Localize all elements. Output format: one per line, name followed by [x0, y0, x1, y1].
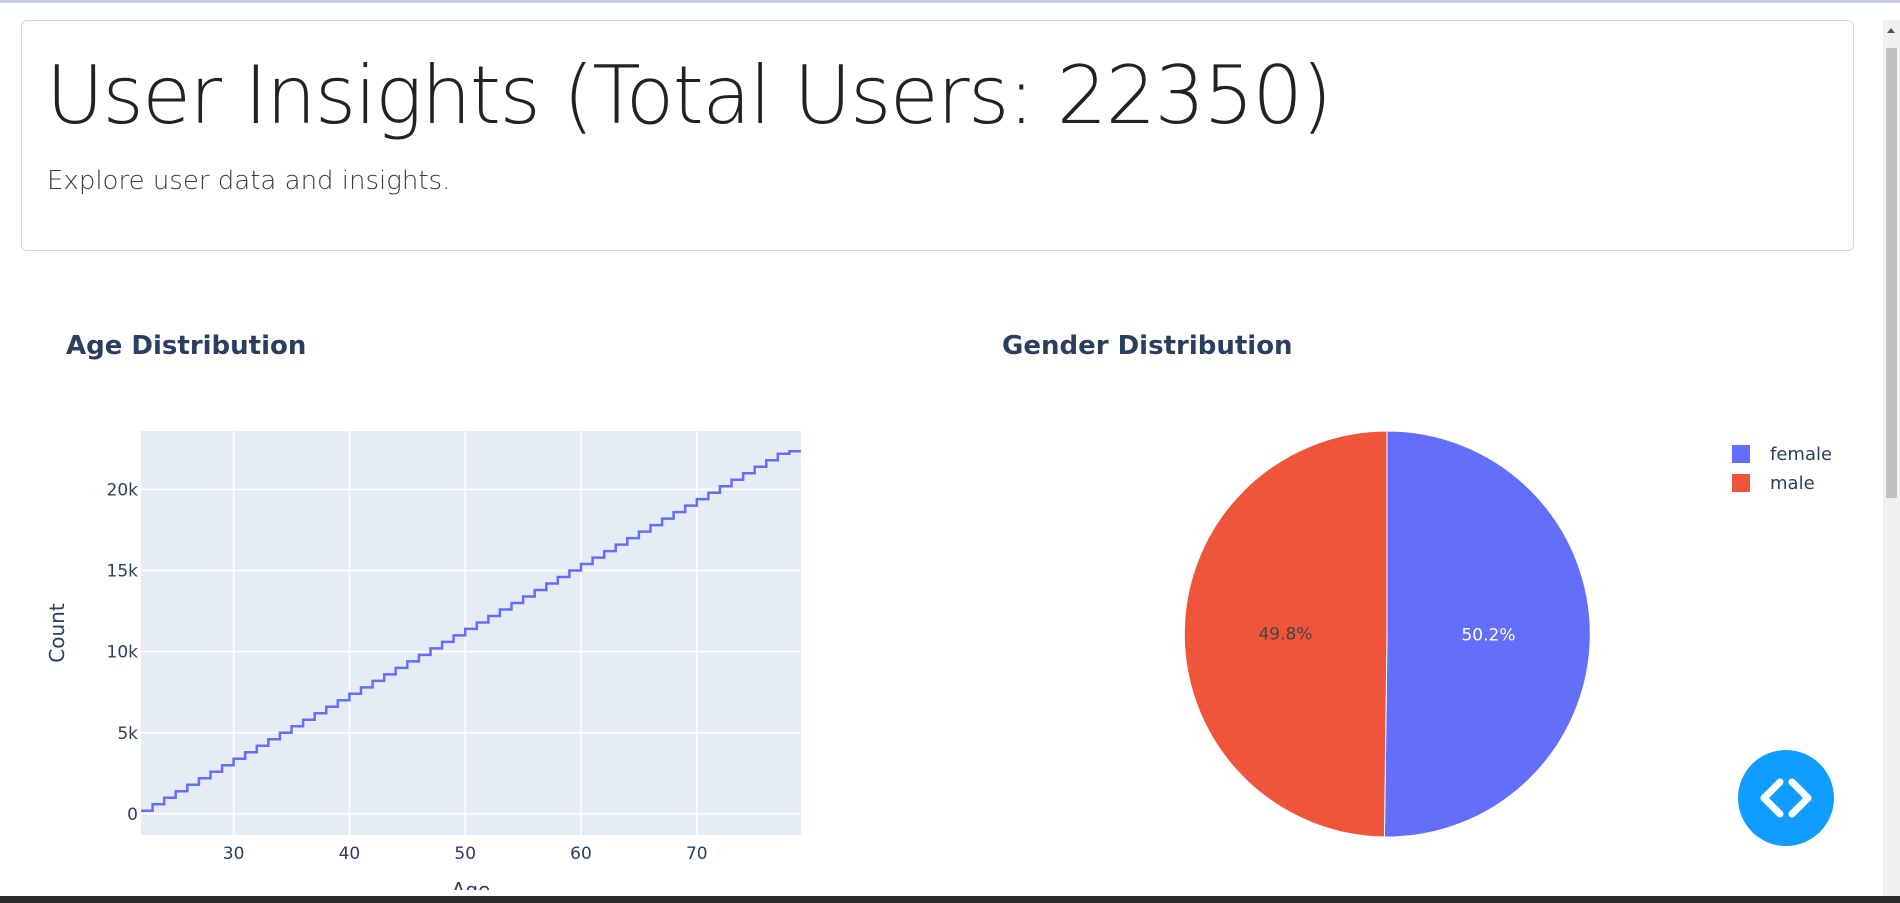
window-top-border: [0, 0, 1900, 3]
x-tick-label: 60: [570, 844, 592, 864]
y-tick-label: 15k: [107, 562, 139, 582]
code-brackets-icon: [1760, 778, 1812, 818]
window-bottom-edge: [0, 896, 1900, 903]
x-tick-label: 30: [223, 844, 245, 864]
legend-swatch-female[interactable]: [1732, 445, 1750, 463]
scrollbar-thumb[interactable]: [1886, 48, 1897, 498]
y-tick-label: 20k: [107, 480, 139, 500]
x-tick-label: 70: [686, 844, 708, 864]
y-tick-label: 5k: [117, 724, 138, 744]
page-title: User Insights (Total Users: 22350): [46, 49, 1332, 142]
vertical-scrollbar[interactable]: [1883, 20, 1900, 896]
code-fab-button[interactable]: [1738, 750, 1834, 846]
age-chart-title: Age Distribution: [66, 331, 307, 361]
legend-swatch-male[interactable]: [1732, 474, 1750, 492]
x-tick-label: 40: [339, 844, 361, 864]
legend-label-male[interactable]: male: [1770, 473, 1815, 494]
legend-label-female[interactable]: female: [1770, 444, 1832, 465]
pie-label-female: 50.2%: [1461, 626, 1515, 646]
gender-chart-title: Gender Distribution: [1002, 331, 1293, 361]
y-tick-label: 0: [127, 805, 138, 825]
header-card: User Insights (Total Users: 22350) Explo…: [21, 20, 1854, 251]
age-x-axis-label: Age: [452, 878, 491, 890]
y-tick-label: 10k: [107, 643, 139, 663]
age-distribution-chart[interactable]: 30 40 50 60 70 0 5k 10k 15k 20k Age Count: [0, 420, 900, 890]
pie-label-male: 49.8%: [1258, 624, 1312, 644]
pie-slices: [1183, 430, 1591, 838]
page-subtitle: Explore user data and insights.: [47, 166, 451, 196]
age-plot-background: [141, 431, 801, 835]
x-tick-label: 50: [454, 844, 476, 864]
age-y-axis-label: Count: [45, 603, 69, 663]
pie-legend[interactable]: female male: [1732, 444, 1832, 494]
scroll-up-icon[interactable]: [1887, 28, 1895, 33]
